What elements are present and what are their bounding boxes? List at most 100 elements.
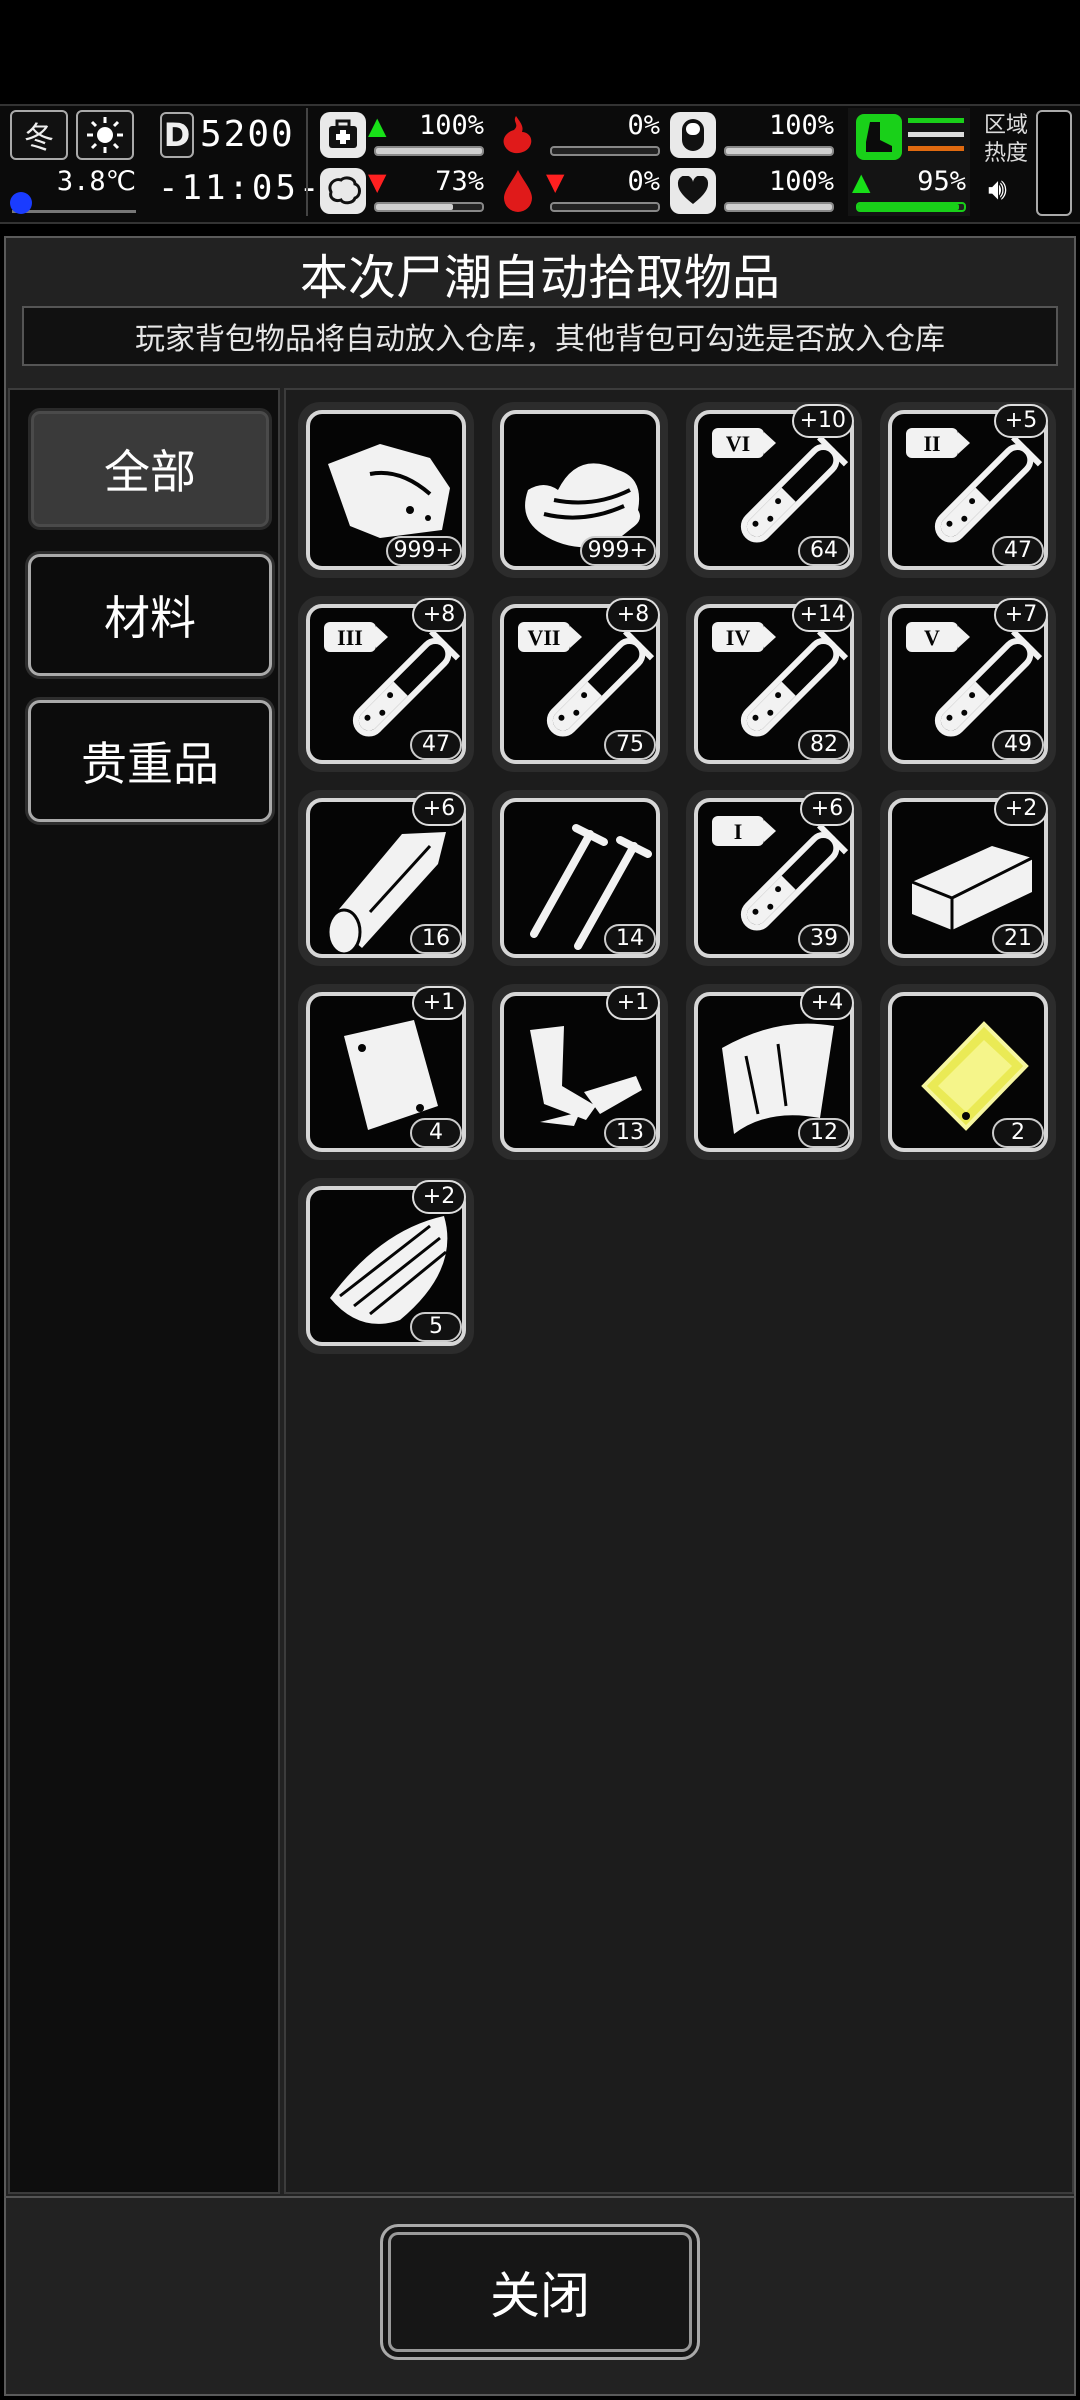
season-label: 冬 xyxy=(24,121,54,156)
tab-valuables[interactable]: 贵重品 xyxy=(28,700,272,822)
item-new-badge: +6 xyxy=(800,792,854,826)
item-count: 13 xyxy=(604,1118,656,1148)
item-new-badge: +8 xyxy=(412,598,466,632)
svg-text:II: II xyxy=(923,431,940,456)
item-slot[interactable]: IV 82 +14 xyxy=(686,596,862,772)
item-slot[interactable]: V 49 +7 xyxy=(880,596,1056,772)
stamina-line xyxy=(908,132,964,137)
hud-divider xyxy=(306,108,308,216)
thirst-value: 0% xyxy=(627,166,660,197)
item-count: 47 xyxy=(992,536,1044,566)
tab-valuables-label: 贵重品 xyxy=(81,737,219,791)
item-count: 999+ xyxy=(579,536,656,566)
day-prefix: D xyxy=(160,112,194,158)
svg-text:I: I xyxy=(734,819,743,844)
item-new-badge: +8 xyxy=(606,598,660,632)
item-count: 14 xyxy=(604,924,656,954)
dialog-subtitle-text: 玩家背包物品将自动放入仓库，其他背包可勾选是否放入仓库 xyxy=(135,322,945,357)
item-count: 64 xyxy=(798,536,850,566)
item-new-badge: +1 xyxy=(606,986,660,1020)
item-count: 5 xyxy=(410,1312,462,1342)
sanity-value: 73% xyxy=(435,166,484,197)
item-count: 16 xyxy=(410,924,462,954)
stamina-bar xyxy=(856,202,966,212)
item-count: 49 xyxy=(992,730,1044,760)
item-new-badge: +7 xyxy=(994,598,1048,632)
close-button[interactable]: 关闭 xyxy=(380,2224,700,2360)
tab-materials[interactable]: 材料 xyxy=(28,554,272,676)
medkit-icon xyxy=(320,112,366,158)
svg-text:VI: VI xyxy=(726,431,750,456)
dialog-title: 本次尸潮自动拾取物品 xyxy=(299,250,780,306)
item-slot[interactable]: 13 +1 xyxy=(492,984,668,1160)
tab-all-label: 全部 xyxy=(104,445,196,499)
health-bar xyxy=(374,146,484,156)
item-count: 47 xyxy=(410,730,462,760)
status-hud: 冬 3.8℃ D 5200 -11:05- ▲ 100% 0% 100% ▼ 7… xyxy=(0,104,1080,224)
dialog-subtitle: 玩家背包物品将自动放入仓库，其他背包可勾选是否放入仓库 xyxy=(22,306,1058,366)
brain-icon xyxy=(320,168,366,214)
item-count: 75 xyxy=(604,730,656,760)
sanity-bar xyxy=(374,202,484,212)
temperature-knob-icon xyxy=(10,192,32,214)
item-slot[interactable]: 2 xyxy=(880,984,1056,1160)
close-button-label: 关闭 xyxy=(490,2267,590,2325)
stamina-line xyxy=(908,146,964,151)
item-slot[interactable]: II 47 +5 xyxy=(880,402,1056,578)
heart-icon xyxy=(670,168,716,214)
item-new-badge: +2 xyxy=(412,1180,466,1214)
mood-value: 100% xyxy=(768,166,834,197)
item-new-badge: +5 xyxy=(994,404,1048,438)
item-slot[interactable]: 14 xyxy=(492,790,668,966)
item-count: 999+ xyxy=(385,536,462,566)
temperature-value: 3.8℃ xyxy=(56,166,136,197)
tab-all[interactable]: 全部 xyxy=(28,408,272,530)
item-count: 12 xyxy=(798,1118,850,1148)
item-slot[interactable]: 16 +6 xyxy=(298,790,474,966)
health-value: 100% xyxy=(418,110,484,141)
item-new-badge: +4 xyxy=(800,986,854,1020)
item-new-badge: +6 xyxy=(412,792,466,826)
item-slot[interactable]: 12 +4 xyxy=(686,984,862,1160)
item-new-badge: +2 xyxy=(994,792,1048,826)
item-new-badge: +14 xyxy=(791,598,854,632)
medicine-value: 100% xyxy=(768,110,834,141)
area-heat-label: 区域热度 xyxy=(984,113,1029,166)
item-count: 82 xyxy=(798,730,850,760)
item-new-badge: +1 xyxy=(412,986,466,1020)
svg-text:VII: VII xyxy=(527,625,560,650)
hunger-value: 0% xyxy=(627,110,660,141)
blood-drop-icon xyxy=(500,168,540,214)
mood-bar xyxy=(724,202,834,212)
item-slot[interactable]: I 39 +6 xyxy=(686,790,862,966)
season-badge: 冬 xyxy=(10,110,68,160)
speaker-icon[interactable]: 🔊︎ xyxy=(988,172,1007,207)
day-counter: 5200 xyxy=(200,114,295,155)
item-slot[interactable]: 5 +2 xyxy=(298,1178,474,1354)
item-count: 2 xyxy=(992,1118,1044,1148)
item-slot[interactable]: 999+ xyxy=(298,402,474,578)
category-sidebar: 全部 材料 贵重品 xyxy=(8,388,280,2194)
item-slot[interactable]: 4 +1 xyxy=(298,984,474,1160)
hunger-bar xyxy=(550,146,660,156)
thirst-bar xyxy=(550,202,660,212)
stamina-line xyxy=(908,118,964,123)
weather-sun-icon xyxy=(76,110,134,160)
item-count: 4 xyxy=(410,1118,462,1148)
tab-materials-label: 材料 xyxy=(104,591,196,645)
stamina-value: 95% xyxy=(917,166,966,197)
item-slot[interactable]: 21 +2 xyxy=(880,790,1056,966)
item-slot[interactable]: 999+ xyxy=(492,402,668,578)
stomach-icon xyxy=(494,112,540,158)
boot-icon xyxy=(856,114,902,160)
item-slot[interactable]: III 47 +8 xyxy=(298,596,474,772)
item-slot[interactable]: VII 75 +8 xyxy=(492,596,668,772)
item-count: 39 xyxy=(798,924,850,954)
item-new-badge: +10 xyxy=(791,404,854,438)
footer-divider xyxy=(4,2196,1076,2198)
pill-icon xyxy=(670,112,716,158)
item-count: 21 xyxy=(992,924,1044,954)
svg-text:V: V xyxy=(924,625,940,650)
item-slot[interactable]: VI 64 +10 xyxy=(686,402,862,578)
svg-text:IV: IV xyxy=(726,625,751,650)
